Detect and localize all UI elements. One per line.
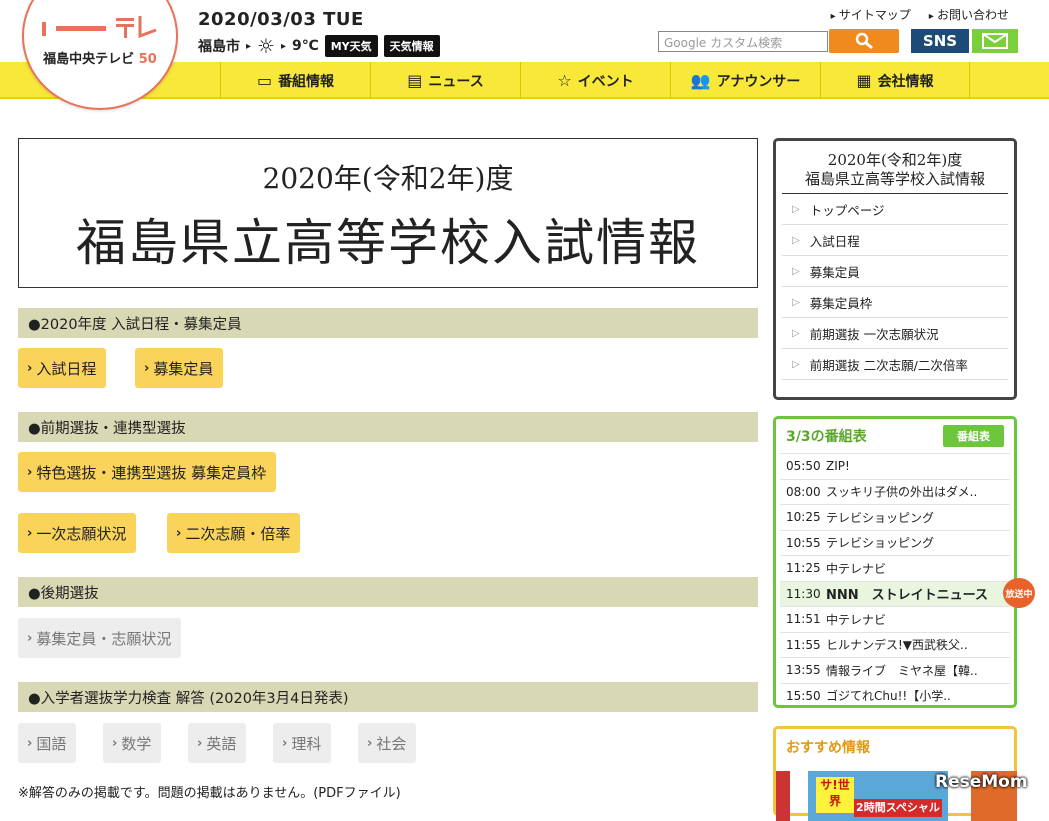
answer-science-button: › 理科 [273, 723, 332, 763]
answer-english-button: › 英語 [188, 723, 247, 763]
watermark: ReseMom [935, 772, 1028, 792]
my-weather-button[interactable]: MY天気 [324, 35, 378, 57]
chevron-right-icon: › [27, 525, 33, 541]
chevron-right-icon: › [176, 525, 182, 541]
search-icon [855, 32, 873, 50]
chevron-right-icon: › [144, 360, 150, 376]
section-heading-answers: ●入学者選抜学力検査 解答 (2020年3月4日発表) [18, 682, 758, 712]
page-title: 2020年(令和2年)度 福島県立高等学校入試情報 [18, 138, 758, 288]
temperature: 9℃ [292, 38, 319, 54]
section-heading-first-selection: ●前期選抜・連携型選抜 [18, 412, 758, 442]
tv-schedule-box: 3/3の番組表 番組表 05:50 ZIP! 08:00 スッキリ子供の外出はダメ.… [773, 416, 1017, 708]
section-heading-later-selection: ●後期選抜 [18, 577, 758, 607]
sidebar-link-capacity[interactable]: 募集定員 [782, 256, 1008, 287]
chevron-right-icon: › [112, 735, 118, 751]
exam-schedule-button[interactable]: › 入試日程 [18, 348, 107, 388]
schedule-row[interactable]: 05:50 ZIP! [780, 453, 1010, 479]
schedule-row[interactable]: 11:25 中テレナビ [780, 555, 1010, 581]
contact-link[interactable]: お問い合わせ [929, 6, 1009, 23]
page-title-year: 2020年(令和2年)度 [262, 162, 514, 195]
star-icon: ☆ [557, 71, 572, 90]
search-input[interactable]: Google カスタム検索 [658, 31, 828, 52]
nav-company[interactable]: ▦ 会社情報 [820, 62, 970, 99]
later-capacity-button: › 募集定員・志願状況 [18, 618, 182, 658]
logo-anniversary: 50 [138, 52, 157, 67]
page-title-main: 福島県立高等学校入試情報 [76, 214, 700, 272]
first-application-button[interactable]: › 一次志願状況 [18, 513, 137, 553]
weather-bar: 福島市 ▸ ☼ ▸ 9℃ MY天気 天気情報 [198, 34, 440, 58]
special-selection-button[interactable]: › 特色選抜・連携型選抜 募集定員枠 [18, 452, 277, 492]
search-button[interactable] [829, 29, 899, 53]
current-date: 2020/03/03 TUE [198, 9, 364, 30]
schedule-row[interactable]: 10:25 テレビショッピング [780, 504, 1010, 530]
logo-mark-icon [42, 16, 157, 39]
schedule-row[interactable]: 13:55 情報ライブ ミヤネ屋【韓.. [780, 657, 1010, 683]
second-application-button[interactable]: › 二次志願・倍率 [167, 513, 301, 553]
schedule-row[interactable]: 08:00 スッキリ子供の外出はダメ.. [780, 478, 1010, 505]
mail-icon [982, 33, 1008, 49]
sitemap-link[interactable]: サイトマップ [831, 6, 911, 23]
sun-icon: ☼ [257, 34, 275, 58]
capacity-button[interactable]: › 募集定員 [135, 348, 224, 388]
recommended-title: おすすめ情報 [786, 740, 870, 756]
tv-schedule-title: 3/3の番組表 [786, 429, 867, 445]
chevron-right-icon: › [27, 464, 33, 480]
play-arrow-icon: ▸ [246, 40, 252, 52]
people-icon: 👥 [690, 71, 711, 90]
tv-icon: ▭ [256, 71, 273, 90]
sidebar-link-capacity-frame[interactable]: 募集定員枠 [782, 287, 1008, 318]
schedule-row[interactable]: 11:55 ヒルナンデス!▼西武秩父.. [780, 631, 1010, 658]
logo-text: 福島中央テレビ [43, 52, 135, 67]
play-arrow-icon: ▸ [280, 40, 286, 52]
nav-programs[interactable]: ▭ 番組情報 [220, 62, 370, 99]
chevron-right-icon: › [367, 735, 373, 751]
nav-announcers[interactable]: 👥 アナウンサー [670, 62, 820, 99]
schedule-row[interactable]: 15:50 ゴジてれChu!!【小学.. [780, 682, 1010, 709]
mail-button[interactable] [972, 29, 1018, 53]
weather-info-button[interactable]: 天気情報 [383, 35, 440, 57]
nav-events[interactable]: ☆ イベント [520, 62, 670, 99]
section-heading-schedule: ●2020年度 入試日程・募集定員 [18, 308, 758, 338]
banner-text: 2時間スペシャル [854, 799, 942, 817]
sidebar-link-schedule[interactable]: 入試日程 [782, 225, 1008, 256]
on-air-badge: 放送中 [1003, 578, 1035, 608]
sidebar-title: 2020年(令和2年)度 福島県立高等学校入試情報 [782, 151, 1008, 194]
nav-news[interactable]: ▤ ニュース [370, 62, 520, 99]
chevron-right-icon: › [197, 735, 203, 751]
answer-math-button: › 数学 [103, 723, 162, 763]
sidebar-nav-box: 2020年(令和2年)度 福島県立高等学校入試情報 トップページ 入試日程 募集… [773, 138, 1017, 400]
building-icon: ▦ [856, 71, 872, 90]
schedule-row[interactable]: 10:55 テレビショッピング [780, 529, 1010, 556]
sidebar-link-second-application[interactable]: 前期選抜 二次志願/二次倍率 [782, 349, 1008, 380]
answer-japanese-button: › 国語 [18, 723, 77, 763]
answer-social-button: › 社会 [358, 723, 417, 763]
schedule-row[interactable]: 11:51 中テレナビ [780, 606, 1010, 632]
weather-city[interactable]: 福島市 [198, 36, 240, 56]
pdf-note: ※解答のみの掲載です。問題の掲載はありません。(PDFファイル) [18, 786, 401, 801]
sidebar-link-first-application[interactable]: 前期選抜 一次志願状況 [782, 318, 1008, 349]
banner-image[interactable] [776, 771, 790, 821]
recommended-box: おすすめ情報 サ!世界 2時間スペシャル [773, 726, 1017, 821]
chevron-right-icon: › [27, 735, 33, 751]
banner-badge: サ!世界 [816, 777, 854, 813]
sidebar-link-top[interactable]: トップページ [782, 194, 1008, 225]
chevron-right-icon: › [27, 360, 33, 376]
header: 福島中央テレビ 50 2020/03/03 TUE 福島市 ▸ ☼ ▸ 9℃ M… [0, 0, 1049, 110]
chevron-right-icon: › [282, 735, 288, 751]
sns-button[interactable]: SNS [911, 29, 969, 53]
schedule-row-live[interactable]: 11:30 NNN ストレイトニュース [780, 580, 1010, 606]
top-links: サイトマップ お問い合わせ [831, 6, 1009, 23]
tv-schedule-button[interactable]: 番組表 [943, 425, 1004, 447]
newspaper-icon: ▤ [407, 71, 423, 90]
chevron-right-icon: › [27, 630, 33, 646]
